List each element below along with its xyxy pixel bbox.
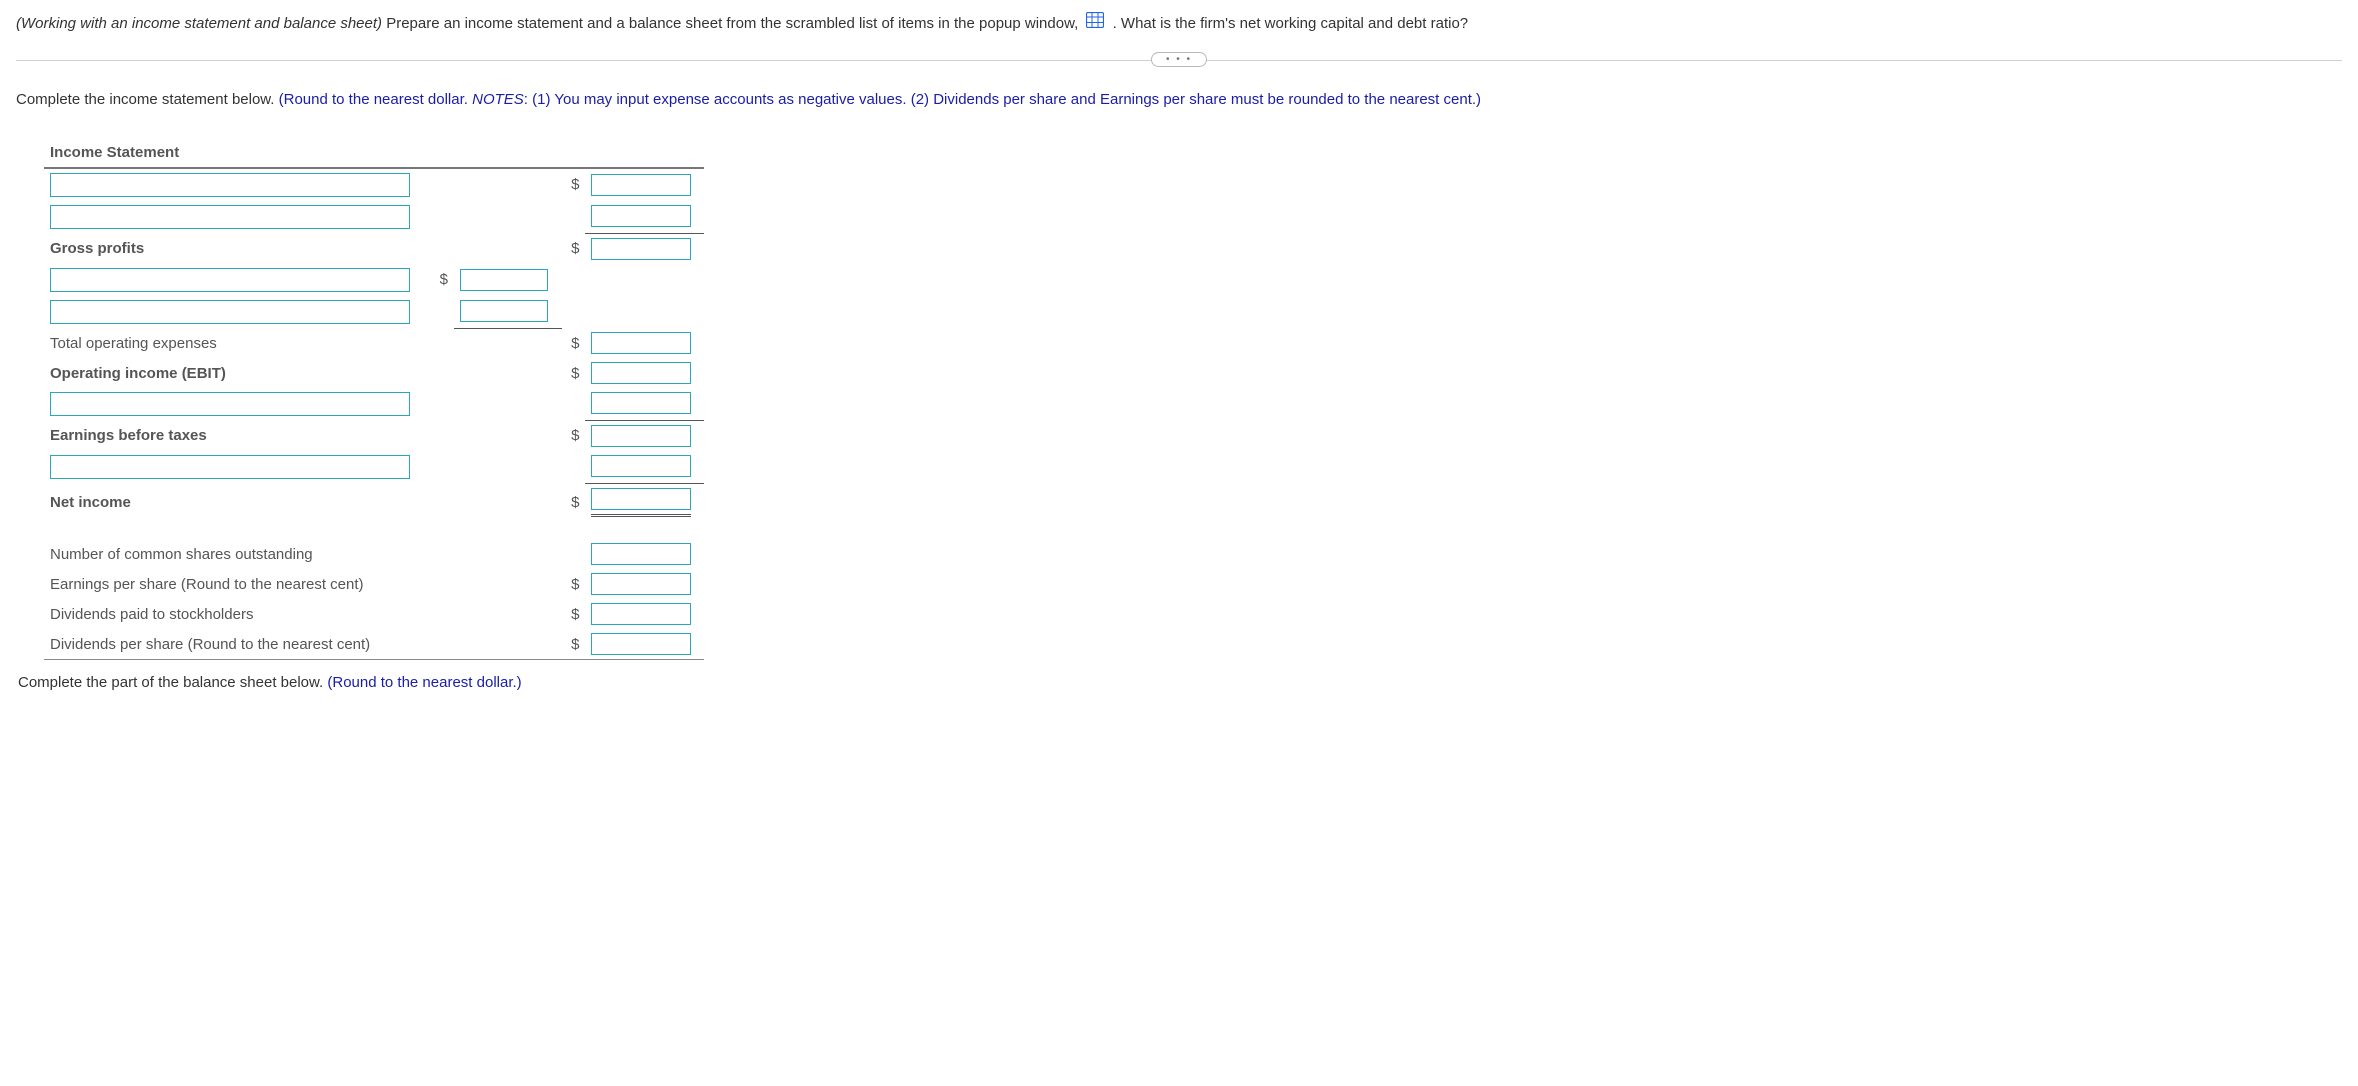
section-divider: • • • xyxy=(16,60,2342,61)
opex1-label-input[interactable] xyxy=(50,268,410,292)
question-part-a: Prepare an income statement and a balanc… xyxy=(386,15,1082,32)
instr1-note-body: : (1) You may input expense accounts as … xyxy=(524,91,1481,108)
balance-sheet-instructions: Complete the part of the balance sheet b… xyxy=(18,674,2342,691)
opex1-value-input[interactable] xyxy=(460,269,548,291)
dollar-sign: $ xyxy=(562,569,585,599)
dps-value-input[interactable] xyxy=(591,633,691,655)
total-opex-label: Total operating expenses xyxy=(44,328,431,358)
dollar-sign: $ xyxy=(562,421,585,452)
dollar-sign: $ xyxy=(562,629,585,660)
dollar-sign: $ xyxy=(562,328,585,358)
opex2-value-input[interactable] xyxy=(460,300,548,322)
question-text: (Working with an income statement and ba… xyxy=(16,12,2342,36)
expand-pill[interactable]: • • • xyxy=(1151,52,1207,67)
ebit-value-input[interactable] xyxy=(591,362,691,384)
dividends-paid-value-input[interactable] xyxy=(591,603,691,625)
dollar-sign: $ xyxy=(562,599,585,629)
income-statement-instructions: Complete the income statement below. (Ro… xyxy=(16,89,2342,112)
eps-label: Earnings per share (Round to the nearest… xyxy=(44,569,431,599)
income-statement-table: Income Statement $ Gross profits $ $ xyxy=(44,140,704,661)
dollar-sign: $ xyxy=(431,264,454,296)
gross-profits-value-input[interactable] xyxy=(591,238,691,260)
dollar-sign: $ xyxy=(562,233,585,264)
gross-profits-label: Gross profits xyxy=(44,233,431,264)
line1-label-input[interactable] xyxy=(50,173,410,197)
question-prefix: (Working with an income statement and ba… xyxy=(16,15,382,32)
taxes-label-input[interactable] xyxy=(50,455,410,479)
dollar-sign: $ xyxy=(562,168,585,201)
popup-data-icon[interactable] xyxy=(1086,12,1104,36)
instr1-notes-label: NOTES xyxy=(472,91,524,108)
instr1-note-open: (Round to the nearest dollar. xyxy=(279,91,472,108)
interest-value-input[interactable] xyxy=(591,392,691,414)
question-part-b: . What is the firm's net working capital… xyxy=(1113,15,1469,32)
instr1-lead: Complete the income statement below. xyxy=(16,91,279,108)
taxes-value-input[interactable] xyxy=(591,455,691,477)
dividends-paid-label: Dividends paid to stockholders xyxy=(44,599,431,629)
line1-value-input[interactable] xyxy=(591,174,691,196)
dps-label: Dividends per share (Round to the neares… xyxy=(44,629,431,660)
instr2-note: (Round to the nearest dollar.) xyxy=(327,674,521,691)
net-income-label: Net income xyxy=(44,484,431,522)
total-opex-value-input[interactable] xyxy=(591,332,691,354)
interest-label-input[interactable] xyxy=(50,392,410,416)
dollar-sign: $ xyxy=(562,358,585,388)
instr2-lead: Complete the part of the balance sheet b… xyxy=(18,674,327,691)
eps-value-input[interactable] xyxy=(591,573,691,595)
ebt-label: Earnings before taxes xyxy=(44,421,431,452)
ebt-value-input[interactable] xyxy=(591,425,691,447)
line2-label-input[interactable] xyxy=(50,205,410,229)
net-income-value-input[interactable] xyxy=(591,488,691,510)
line2-value-input[interactable] xyxy=(591,205,691,227)
shares-outstanding-value-input[interactable] xyxy=(591,543,691,565)
shares-outstanding-label: Number of common shares outstanding xyxy=(44,539,431,569)
ebit-label: Operating income (EBIT) xyxy=(44,358,431,388)
dollar-sign: $ xyxy=(562,484,585,522)
opex2-label-input[interactable] xyxy=(50,300,410,324)
income-statement-header: Income Statement xyxy=(44,140,704,168)
